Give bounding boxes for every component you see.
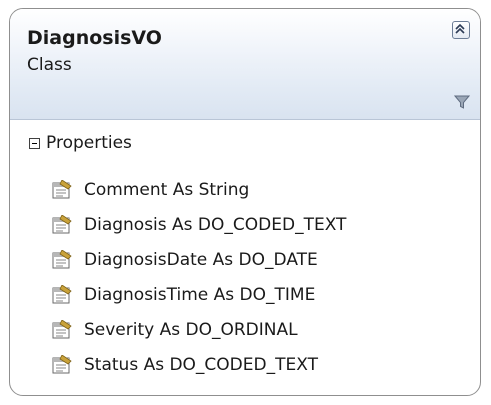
filter-icon[interactable]	[453, 94, 471, 110]
collapse-icon[interactable]	[452, 21, 470, 39]
property-text: Comment As String	[84, 179, 250, 200]
property-icon	[52, 319, 72, 338]
class-stereotype: Class	[27, 55, 72, 75]
property-item[interactable]: Status As DO_CODED_TEXT	[52, 347, 346, 382]
property-item[interactable]: DiagnosisDate As DO_DATE	[52, 242, 346, 277]
property-icon	[52, 179, 72, 198]
property-list: Comment As String Diagnosis As DO_CODED_…	[52, 172, 346, 382]
property-text: Diagnosis As DO_CODED_TEXT	[84, 214, 347, 235]
property-icon	[52, 284, 72, 303]
properties-section-header[interactable]: Properties	[29, 131, 132, 155]
property-icon	[52, 214, 72, 233]
class-shape[interactable]: DiagnosisVO Class Properties Comment As …	[9, 8, 481, 396]
property-item[interactable]: Diagnosis As DO_CODED_TEXT	[52, 207, 346, 242]
property-text: Status As DO_CODED_TEXT	[84, 354, 318, 375]
property-item[interactable]: Comment As String	[52, 172, 346, 207]
class-name: DiagnosisVO	[27, 27, 162, 49]
property-icon	[52, 249, 72, 268]
property-text: Severity As DO_ORDINAL	[84, 319, 298, 340]
class-header: DiagnosisVO Class	[10, 9, 480, 120]
property-item[interactable]: Severity As DO_ORDINAL	[52, 312, 346, 347]
property-text: DiagnosisDate As DO_DATE	[84, 249, 318, 270]
property-icon	[52, 354, 72, 373]
property-item[interactable]: DiagnosisTime As DO_TIME	[52, 277, 346, 312]
section-label: Properties	[46, 133, 132, 153]
minus-box-icon[interactable]	[29, 137, 40, 149]
property-text: DiagnosisTime As DO_TIME	[84, 284, 316, 305]
